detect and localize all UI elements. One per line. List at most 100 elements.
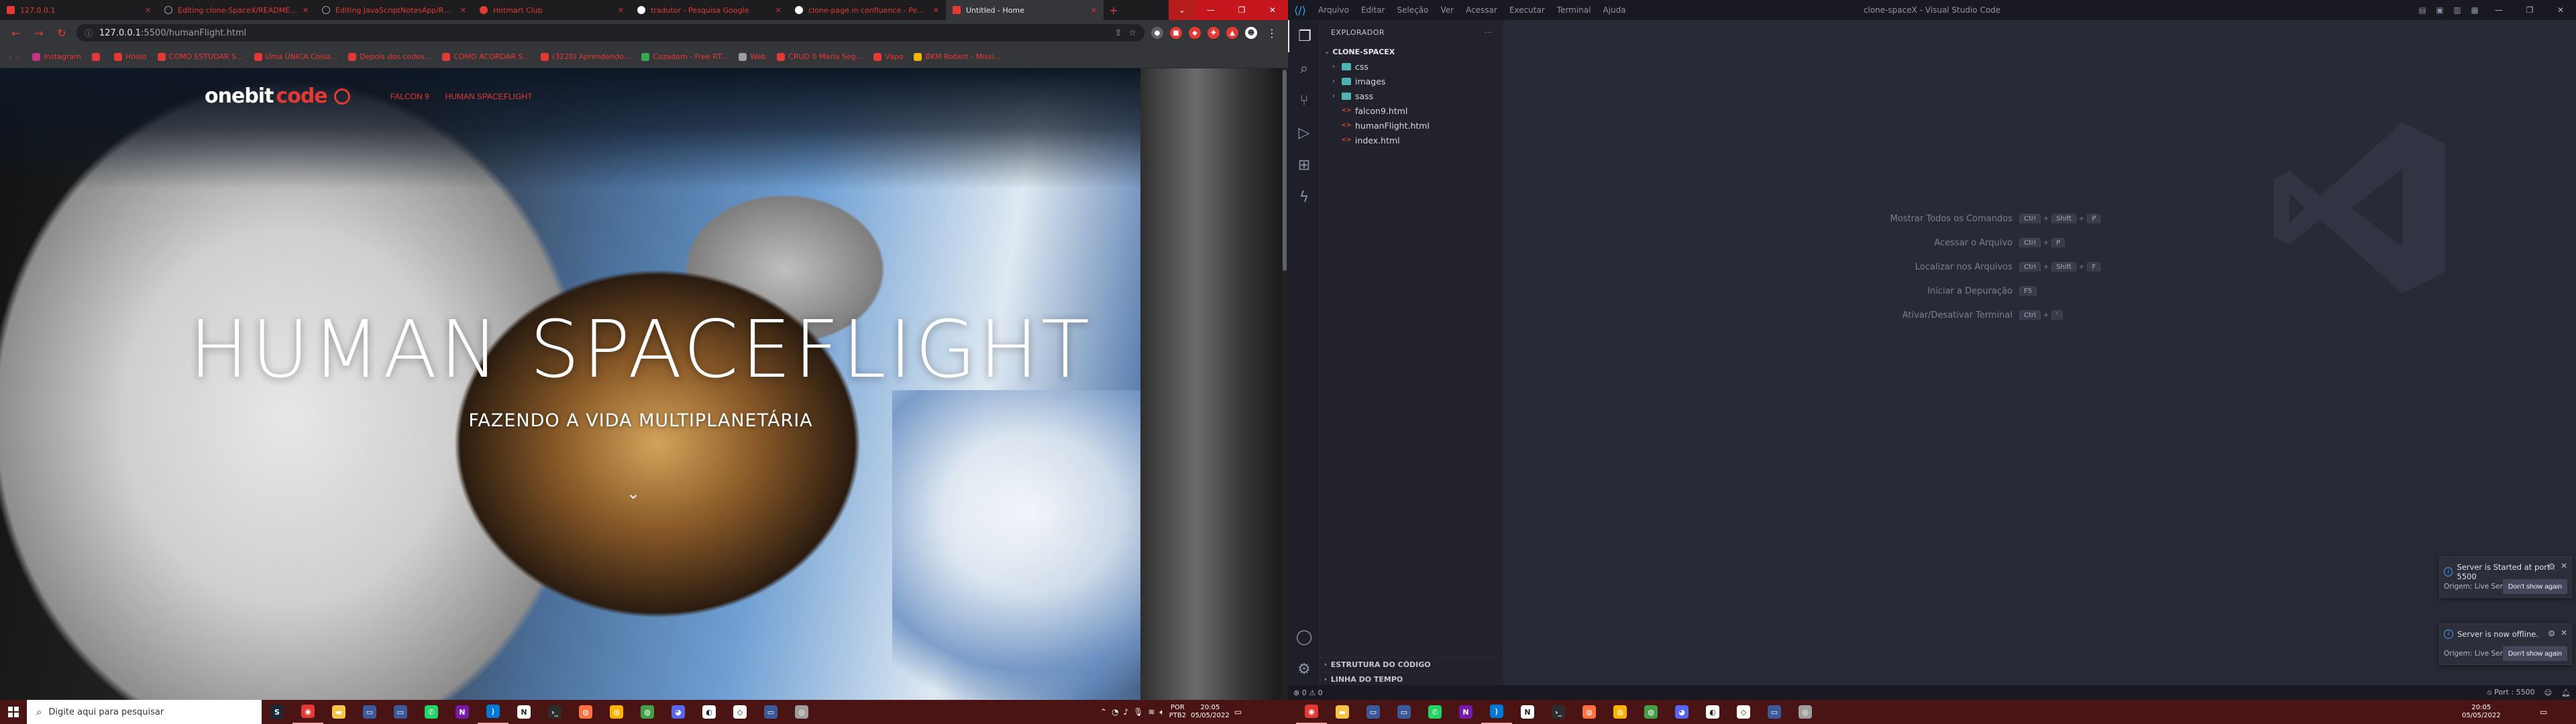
- language-indicator[interactable]: POR PTB2: [1169, 704, 1186, 720]
- menu-item[interactable]: Ajuda: [1597, 5, 1631, 15]
- close-tab-icon[interactable]: ✕: [303, 6, 309, 15]
- search-icon[interactable]: ⌕: [1288, 52, 1320, 84]
- scrollbar-thumb[interactable]: [1283, 70, 1287, 271]
- close-tab-icon[interactable]: ✕: [460, 6, 466, 15]
- taskbar-app[interactable]: ◍: [1574, 700, 1605, 724]
- close-icon[interactable]: ✕: [2561, 628, 2567, 638]
- chevron-down-icon[interactable]: ⌄: [624, 484, 643, 503]
- taskbar-app[interactable]: ›_: [539, 700, 570, 724]
- tree-folder[interactable]: › sass: [1320, 88, 1503, 103]
- clock[interactable]: 20:05 05/05/2022: [1191, 704, 1230, 720]
- page-scrollbar[interactable]: [1281, 68, 1288, 700]
- minimize-button[interactable]: —: [1195, 0, 1226, 20]
- taskbar-app[interactable]: ◍: [570, 700, 601, 724]
- browser-tab[interactable]: Editing clone-SpaceX/README... ✕: [158, 0, 315, 20]
- menu-item[interactable]: Ver: [1434, 5, 1460, 15]
- network-icon[interactable]: ◔: [1112, 707, 1118, 717]
- wifi-icon[interactable]: ≋: [1148, 707, 1155, 717]
- clock[interactable]: 20:05 05/05/2022: [2462, 704, 2501, 720]
- timeline-section[interactable]: › LINHA DO TEMPO: [1320, 672, 1504, 686]
- bookmark-item[interactable]: Instagram: [32, 52, 81, 61]
- taskbar-app[interactable]: N: [1512, 700, 1543, 724]
- share-icon[interactable]: ⇪: [1114, 28, 1122, 38]
- source-control-icon[interactable]: ⑂: [1288, 84, 1320, 117]
- bookmark-item[interactable]: COMO ESTUDAR S...: [157, 52, 244, 61]
- menu-item[interactable]: Editar: [1355, 5, 1391, 15]
- taskbar-app[interactable]: ▭: [755, 700, 786, 724]
- taskbar-app[interactable]: N: [447, 700, 478, 724]
- close-tab-icon[interactable]: ✕: [145, 6, 151, 15]
- mic-icon[interactable]: 🎙︎: [1133, 707, 1143, 717]
- bookmark-item[interactable]: Cozadom - Free RT...: [641, 52, 728, 61]
- bookmark-item[interactable]: Uma ÚNICA Coisa...: [254, 52, 337, 61]
- extensions-icon[interactable]: ⊞: [1288, 149, 1320, 181]
- taskbar-app[interactable]: ▭: [354, 700, 385, 724]
- close-tab-icon[interactable]: ✕: [1091, 6, 1097, 15]
- taskbar-app[interactable]: S: [262, 700, 292, 724]
- taskbar-app[interactable]: ▬: [323, 700, 354, 724]
- account-icon[interactable]: ◯: [1288, 621, 1320, 653]
- tree-folder[interactable]: › css: [1320, 59, 1503, 74]
- feedback-icon[interactable]: ☺: [2544, 688, 2552, 697]
- taskbar-search[interactable]: ⌕ Digite aqui para pesquisar: [27, 700, 262, 724]
- close-tab-icon[interactable]: ✕: [775, 6, 782, 15]
- outline-section[interactable]: › ESTRUTURA DO CÓDIGO: [1320, 657, 1504, 672]
- tree-file[interactable]: <> falcon9.html: [1320, 103, 1503, 118]
- taskbar-app[interactable]: ✆: [1419, 700, 1450, 724]
- browser-tab[interactable]: Editing JavaScriptNotesApp/REA... ✕: [315, 0, 473, 20]
- close-tab-icon[interactable]: ✕: [933, 6, 939, 15]
- dont-show-again-button[interactable]: Don't show again: [2502, 579, 2567, 594]
- browser-tab[interactable]: Hotmart Club ✕: [473, 0, 631, 20]
- browser-tab[interactable]: 127.0.0.1 ✕: [0, 0, 158, 20]
- taskbar-app[interactable]: ◇: [1728, 700, 1759, 724]
- taskbar-app[interactable]: ◉: [1296, 700, 1327, 724]
- back-icon[interactable]: ←: [8, 25, 24, 41]
- taskbar-app[interactable]: ›_: [1543, 700, 1574, 724]
- menu-item[interactable]: Executar: [1503, 5, 1551, 15]
- taskbar-app[interactable]: ◉: [292, 700, 323, 724]
- extension-icon[interactable]: ▲: [1226, 27, 1238, 39]
- taskbar-app[interactable]: ◍: [1635, 700, 1666, 724]
- taskbar-app[interactable]: ▭: [1389, 700, 1419, 724]
- menu-item[interactable]: Seleção: [1391, 5, 1434, 15]
- bookmark-item[interactable]: Web: [739, 52, 766, 61]
- taskbar-app[interactable]: N: [508, 700, 539, 724]
- volume-icon[interactable]: ♪: [1124, 707, 1129, 717]
- taskbar-app[interactable]: ◇: [724, 700, 755, 724]
- more-actions-icon[interactable]: ···: [1485, 28, 1493, 37]
- menu-dots-icon[interactable]: ⋮: [1264, 25, 1280, 41]
- close-tab-icon[interactable]: ✕: [618, 6, 624, 15]
- windows-start-icon[interactable]: [0, 700, 27, 724]
- project-header[interactable]: ⌄ CLONE-SPACEX: [1320, 44, 1503, 59]
- new-tab-button[interactable]: +: [1104, 0, 1124, 20]
- taskbar-app[interactable]: ◐: [1697, 700, 1728, 724]
- reload-icon[interactable]: ↻: [54, 25, 70, 41]
- address-bar[interactable]: ⓘ 127.0.0.1:5500/humanFlight.html ⇪ ☆: [76, 24, 1144, 42]
- lightning-icon[interactable]: ϟ: [1288, 181, 1320, 213]
- menu-item[interactable]: Arquivo: [1312, 5, 1355, 15]
- shortcut-label[interactable]: Localizar nos Arquivos: [1915, 262, 2012, 272]
- extension-icon[interactable]: ◆: [1189, 27, 1201, 39]
- taskbar-app[interactable]: ◎: [1790, 700, 1821, 724]
- taskbar-app[interactable]: ◍: [1605, 700, 1635, 724]
- taskbar-app[interactable]: ◍: [632, 700, 663, 724]
- nav-link-human-spaceflight[interactable]: HUMAN SPACEFLIGHT: [445, 92, 533, 101]
- notification-icon[interactable]: ▭: [1234, 707, 1242, 717]
- toggle-panel-icon[interactable]: ▣: [2431, 0, 2449, 20]
- shortcut-label[interactable]: Ativar/Desativar Terminal: [1902, 310, 2012, 320]
- minimize-button[interactable]: —: [2483, 0, 2514, 20]
- bookmark-item[interactable]: BKM Robert - Missi...: [914, 52, 1001, 61]
- taskbar-app[interactable]: ⟩: [478, 700, 508, 724]
- taskbar-app[interactable]: ◕: [663, 700, 694, 724]
- puzzle-icon[interactable]: ✚: [1208, 27, 1220, 39]
- menu-item[interactable]: Terminal: [1551, 5, 1597, 15]
- info-icon[interactable]: ⓘ: [85, 27, 93, 39]
- gear-icon[interactable]: ⚙: [1288, 653, 1320, 685]
- bookmark-item[interactable]: Depois dos codes...: [348, 52, 431, 61]
- taskbar-app[interactable]: ▭: [1759, 700, 1790, 724]
- tab-search-icon[interactable]: ⌄: [1169, 0, 1195, 20]
- apps-icon[interactable]: ⋮⋮: [7, 52, 21, 61]
- problems-status[interactable]: ⊗ 0 ⚠ 0: [1293, 688, 1323, 697]
- maximize-button[interactable]: ❐: [2514, 0, 2545, 20]
- tree-folder[interactable]: › images: [1320, 74, 1503, 88]
